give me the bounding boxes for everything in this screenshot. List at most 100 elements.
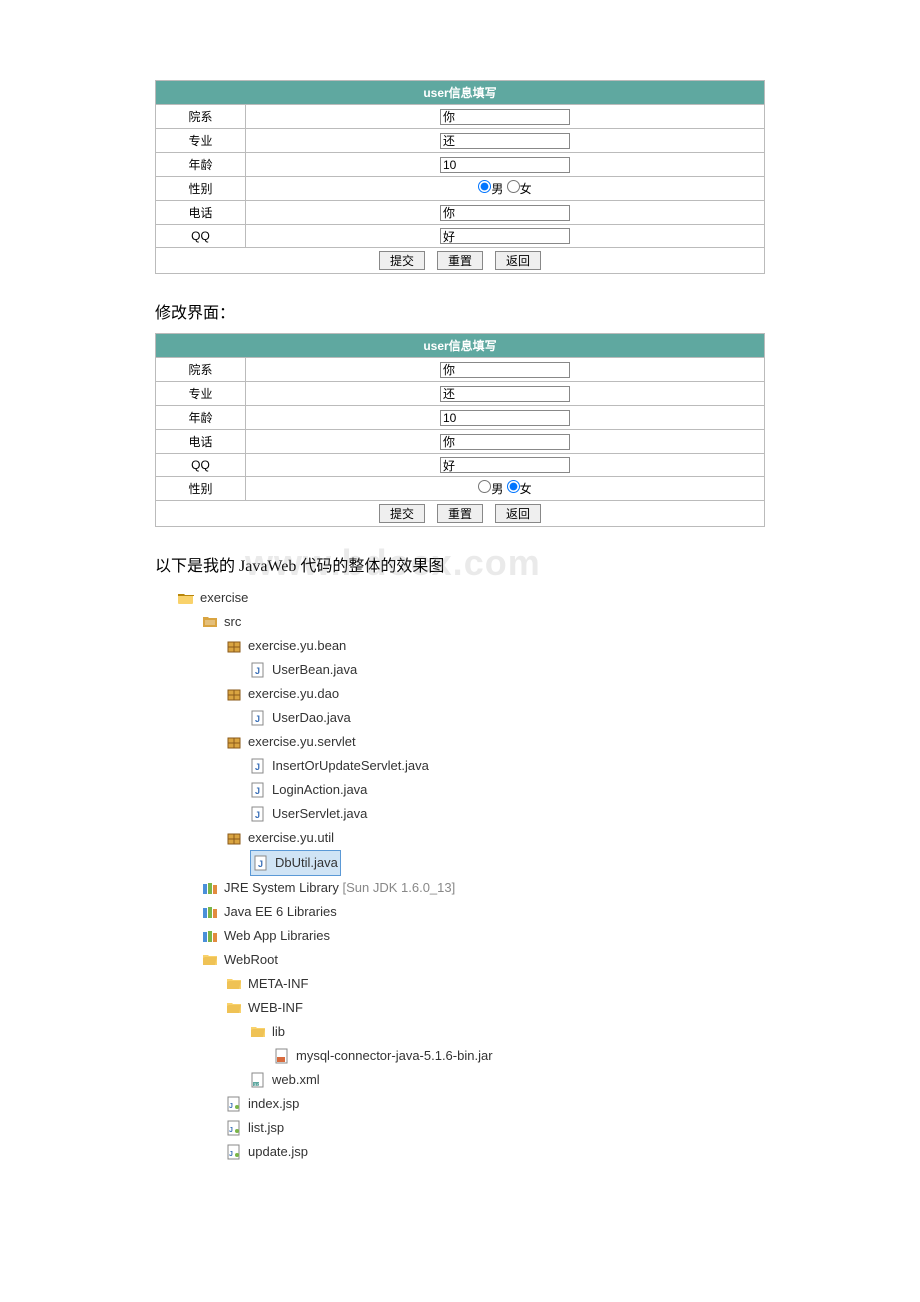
svg-text:J: J xyxy=(229,1127,233,1134)
button-row: 提交重置返回 xyxy=(156,501,765,527)
project-icon xyxy=(178,590,194,606)
jsp-file[interactable]: Jupdate.jsp xyxy=(226,1140,765,1164)
jsp-icon: J xyxy=(226,1144,242,1160)
java-file[interactable]: JUserServlet.java xyxy=(250,802,367,826)
java-file[interactable]: JLoginAction.java xyxy=(250,778,367,802)
java-file[interactable]: JUserBean.java xyxy=(250,658,357,682)
field-label: 院系 xyxy=(156,358,246,382)
src-folder[interactable]: src xyxy=(202,610,765,634)
library-icon xyxy=(202,928,218,944)
field-label: QQ xyxy=(156,225,246,248)
package-node[interactable]: exercise.yu.dao xyxy=(226,682,765,706)
jar-file[interactable]: mysql-connector-java-5.1.6-bin.jar xyxy=(274,1044,493,1068)
web-inf-folder[interactable]: WEB-INF xyxy=(226,996,765,1020)
radio-label: 女 xyxy=(520,482,532,496)
packages-list: exercise.yu.beanJUserBean.javaexercise.y… xyxy=(202,634,765,876)
package-icon xyxy=(226,638,242,654)
form-title: user信息填写 xyxy=(156,334,765,358)
svg-text:J: J xyxy=(255,714,260,724)
button-row: 提交重置返回 xyxy=(156,248,765,274)
folder-open-icon xyxy=(250,1024,266,1040)
jsp-file[interactable]: Jindex.jsp xyxy=(226,1092,765,1116)
java-file[interactable]: JInsertOrUpdateServlet.java xyxy=(250,754,429,778)
library-node[interactable]: Web App Libraries xyxy=(202,924,765,948)
java-file-icon: J xyxy=(250,782,266,798)
source-folder-icon xyxy=(202,614,218,630)
java-file-icon: J xyxy=(250,710,266,726)
radio-label: 男 xyxy=(491,182,506,196)
java-file[interactable]: JDbUtil.java xyxy=(250,850,341,876)
svg-text:J: J xyxy=(255,810,260,820)
library-icon xyxy=(202,904,218,920)
libraries-section: JRE System Library [Sun JDK 1.6.0_13]Jav… xyxy=(202,876,765,948)
folder-open-icon xyxy=(226,976,242,992)
form1-body: 院系专业年龄性别男 女 电话QQ xyxy=(156,105,765,248)
lib-folder[interactable]: lib xyxy=(250,1020,765,1044)
svg-text:J: J xyxy=(255,786,260,796)
package-node[interactable]: exercise.yu.bean xyxy=(226,634,765,658)
input-QQ[interactable] xyxy=(440,228,570,244)
button-返回[interactable]: 返回 xyxy=(495,251,541,270)
lib-files: mysql-connector-java-5.1.6-bin.jar xyxy=(250,1044,765,1068)
jar-icon xyxy=(274,1048,290,1064)
library-node[interactable]: JRE System Library [Sun JDK 1.6.0_13] xyxy=(202,876,765,900)
heading-code: 以下是我的 JavaWeb 代码的整体的效果图 www.bdocx.com xyxy=(155,552,765,576)
radio-label: 男 xyxy=(491,482,506,496)
radio-男[interactable] xyxy=(478,480,491,493)
jsp-list: Jindex.jspJlist.jspJupdate.jsp xyxy=(226,1092,765,1164)
jsp-file[interactable]: Jlist.jsp xyxy=(226,1116,765,1140)
library-icon xyxy=(202,880,218,896)
package-icon xyxy=(226,686,242,702)
project-root[interactable]: exercise xyxy=(178,586,765,610)
input-专业[interactable] xyxy=(440,386,570,402)
java-file-icon: J xyxy=(250,758,266,774)
field-label: QQ xyxy=(156,454,246,477)
svg-text:J: J xyxy=(255,666,260,676)
svg-text:J: J xyxy=(229,1151,233,1158)
field-label: 电话 xyxy=(156,201,246,225)
input-院系[interactable] xyxy=(440,109,570,125)
xml-file-icon: 3.0 xyxy=(250,1072,266,1088)
heading-modify: 修改界面： xyxy=(155,299,765,323)
field-label: 院系 xyxy=(156,105,246,129)
webroot-folder[interactable]: WebRoot xyxy=(202,948,765,972)
field-label: 性别 xyxy=(156,177,246,201)
button-提交[interactable]: 提交 xyxy=(379,504,425,523)
package-node[interactable]: exercise.yu.servlet xyxy=(226,730,765,754)
meta-inf-folder[interactable]: META-INF xyxy=(226,972,308,996)
button-提交[interactable]: 提交 xyxy=(379,251,425,270)
package-icon xyxy=(226,830,242,846)
form2-body: 院系专业年龄电话QQ性别男 女 xyxy=(156,358,765,501)
package-node[interactable]: exercise.yu.util xyxy=(226,826,765,850)
field-label: 电话 xyxy=(156,430,246,454)
package-icon xyxy=(226,734,242,750)
input-专业[interactable] xyxy=(440,133,570,149)
input-电话[interactable] xyxy=(440,434,570,450)
input-年龄[interactable] xyxy=(440,410,570,426)
button-返回[interactable]: 返回 xyxy=(495,504,541,523)
jsp-icon: J xyxy=(226,1096,242,1112)
java-file-icon: J xyxy=(250,806,266,822)
button-重置[interactable]: 重置 xyxy=(437,251,483,270)
java-file[interactable]: JUserDao.java xyxy=(250,706,351,730)
input-QQ[interactable] xyxy=(440,457,570,473)
input-电话[interactable] xyxy=(440,205,570,221)
input-年龄[interactable] xyxy=(440,157,570,173)
form-add: user信息填写 院系专业年龄性别男 女 电话QQ 提交重置返回 xyxy=(155,80,765,274)
field-label: 性别 xyxy=(156,477,246,501)
svg-text:J: J xyxy=(255,762,260,772)
radio-女[interactable] xyxy=(507,480,520,493)
svg-text:3.0: 3.0 xyxy=(254,1082,260,1087)
input-院系[interactable] xyxy=(440,362,570,378)
button-重置[interactable]: 重置 xyxy=(437,504,483,523)
library-node[interactable]: Java EE 6 Libraries xyxy=(202,900,765,924)
radio-女[interactable] xyxy=(507,180,520,193)
radio-男[interactable] xyxy=(478,180,491,193)
radio-label: 女 xyxy=(520,182,532,196)
field-label: 年龄 xyxy=(156,406,246,430)
field-label: 年龄 xyxy=(156,153,246,177)
web-xml-file[interactable]: 3.0 web.xml xyxy=(250,1068,320,1092)
svg-text:J: J xyxy=(258,859,263,869)
project-tree: exercise src exercise.yu.beanJUserBean.j… xyxy=(178,586,765,1164)
form-title: user信息填写 xyxy=(156,81,765,105)
